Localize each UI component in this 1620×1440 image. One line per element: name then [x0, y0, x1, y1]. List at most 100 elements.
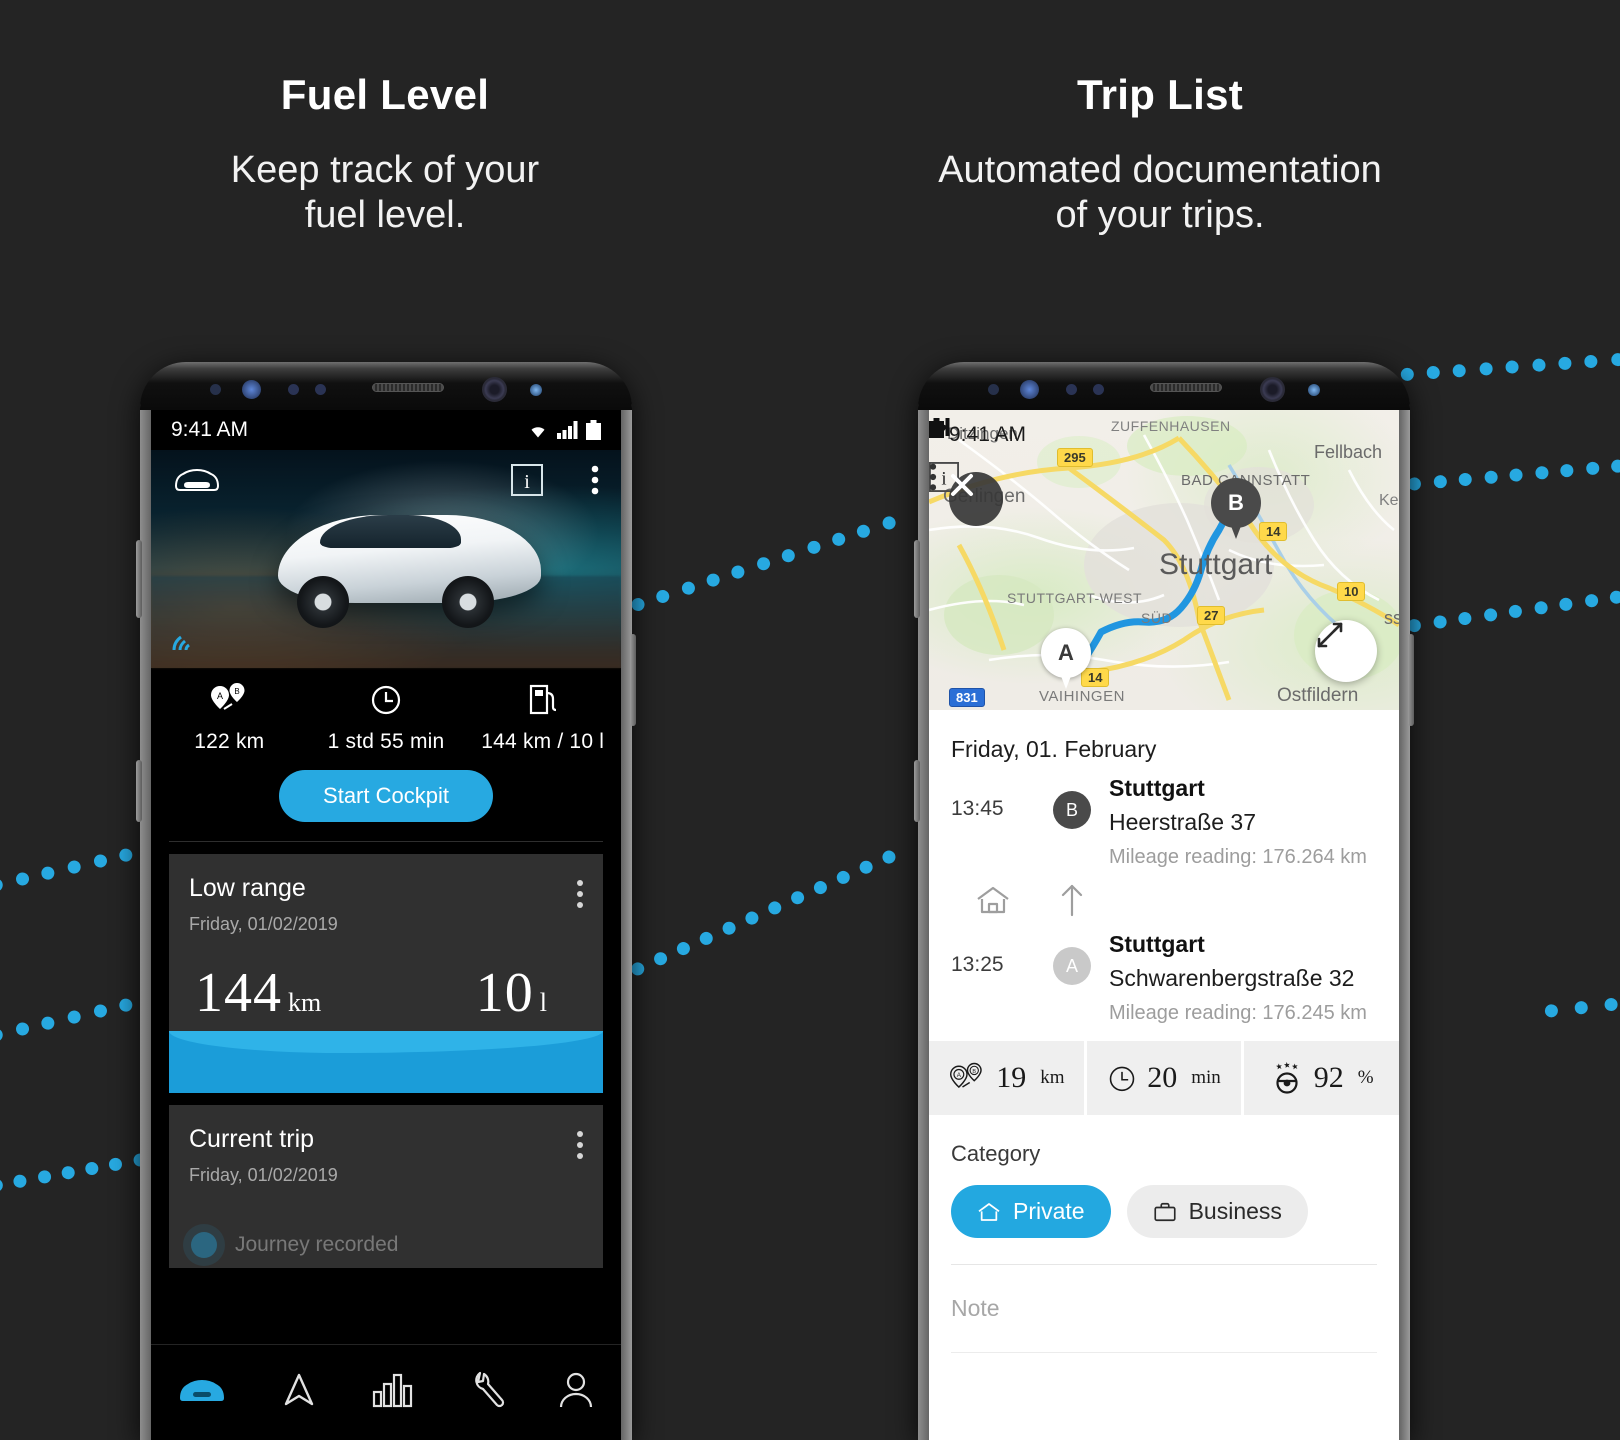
kebab-menu-icon[interactable] — [577, 1131, 583, 1159]
card-current-trip-title: Current trip — [189, 1125, 315, 1153]
stat-range: A B 122 km — [151, 682, 308, 754]
phone-left-side-button-lower[interactable] — [136, 760, 142, 822]
page-subtitle-trip-list-line1: Automated documentation — [938, 149, 1382, 192]
map-label-city-stuttgart: Stuttgart — [1159, 548, 1273, 581]
metric-distance: A B 19 km — [929, 1041, 1087, 1115]
close-x-icon[interactable] — [949, 472, 1003, 526]
trip-stop-row[interactable]: 13:45 B Stuttgart Heerstraße 37 Mileage … — [929, 773, 1399, 871]
metric-driving-score: 92% — [1244, 1041, 1399, 1115]
trip-stop-marker-label: A — [1053, 947, 1091, 985]
trip-stop-marker: B — [1035, 775, 1109, 829]
stat-range-value: 122 km — [194, 730, 265, 753]
card-low-range-title: Low range — [189, 874, 306, 902]
stat-duration-value: 1 std 55 min — [327, 730, 445, 753]
trip-stop-address: Schwarenbergstraße 32 — [1109, 965, 1355, 991]
svg-text:A: A — [217, 691, 223, 701]
phone-right-side-button-upper[interactable] — [914, 540, 920, 618]
page-subtitle-trip-list-line2: of your trips. — [1055, 194, 1265, 237]
card-low-range-values: 144 km 10 l — [169, 935, 603, 1031]
nav-item-statistics[interactable] — [371, 1372, 415, 1413]
low-range-distance-unit: km — [288, 988, 322, 1017]
trip-map[interactable]: Ditzingen ZUFFENHAUSEN Gerlingen BAD CAN… — [929, 410, 1399, 710]
fuel-level-wave-graphic — [169, 1031, 603, 1093]
phone-right-side-button-right[interactable] — [1408, 634, 1414, 726]
trip-direction-row — [929, 871, 1399, 929]
status-bar-right: 9:41 AM — [929, 418, 1399, 452]
road-shield: 14 — [1259, 522, 1288, 541]
card-current-trip-footer: Journey recorded — [169, 1186, 603, 1258]
nav-item-navigation[interactable] — [279, 1370, 319, 1415]
phone-left-side-button-upper[interactable] — [136, 540, 142, 618]
expand-arrows-icon[interactable] — [1315, 620, 1377, 682]
phone-device-left: 9:41 AM i A B 122 km 1 std 55 min 144 km… — [136, 362, 636, 1440]
nav-item-profile[interactable] — [557, 1370, 595, 1415]
phone-right-side-button-lower[interactable] — [914, 760, 920, 822]
metric-distance-unit: km — [1040, 1067, 1065, 1088]
low-range-volume-unit: l — [539, 988, 547, 1017]
trip-stop-info: Stuttgart Heerstraße 37 Mileage reading:… — [1109, 775, 1377, 869]
card-current-trip[interactable]: Current trip Friday, 01/02/2019 Journey … — [169, 1105, 603, 1268]
category-chip-business[interactable]: Business — [1126, 1185, 1308, 1238]
status-bar-icons — [526, 420, 601, 440]
proximity-sensor-icon — [210, 384, 221, 395]
home-icon — [978, 1202, 1000, 1221]
light-sensor-icon — [288, 384, 299, 395]
earpiece-speaker — [372, 383, 444, 392]
connectivity-icon — [171, 627, 201, 658]
card-low-range-date: Friday, 01/02/2019 — [189, 914, 338, 934]
dotted-line-right-lower — [1544, 996, 1620, 1019]
map-label: ssl — [1384, 608, 1399, 628]
kebab-menu-icon[interactable] — [591, 464, 599, 501]
metric-distance-value: 19 — [996, 1061, 1027, 1094]
trip-stop-address: Heerstraße 37 — [1109, 809, 1257, 835]
trip-date: Friday, 01. February — [951, 736, 1157, 762]
trip-stop-info: Stuttgart Schwarenbergstraße 32 Mileage … — [1109, 931, 1377, 1025]
map-label: Ostfildern — [1277, 685, 1359, 706]
note-underline — [951, 1352, 1377, 1353]
page-title-trip-list: Trip List — [1076, 71, 1244, 118]
cellular-signal-icon — [557, 421, 578, 439]
phone-right-screen: Ditzingen ZUFFENHAUSEN Gerlingen BAD CAN… — [929, 410, 1399, 1440]
status-bar-left: 9:41 AM — [151, 410, 621, 450]
fuel-pump-icon — [529, 684, 556, 715]
note-input[interactable]: Note — [929, 1265, 1399, 1322]
clock-icon — [371, 685, 401, 715]
trip-stop-row[interactable]: 13:25 A Stuttgart Schwarenbergstraße 32 … — [929, 929, 1399, 1027]
trip-stop-city: Stuttgart — [1109, 931, 1205, 957]
map-label: STUTTGART-WEST — [1007, 590, 1143, 606]
dotted-line-right-mid — [1407, 588, 1620, 634]
low-range-distance: 144 km — [195, 961, 321, 1025]
battery-icon — [929, 418, 944, 438]
wrench-icon — [475, 1371, 505, 1408]
iris-scanner-icon — [1020, 380, 1039, 399]
car-icon — [180, 1380, 224, 1401]
steering-wheel-stars-icon — [1275, 1062, 1298, 1094]
svg-text:B: B — [235, 687, 240, 696]
map-marker-a[interactable]: A — [1041, 628, 1091, 689]
wifi-icon — [531, 427, 545, 438]
front-camera-icon — [1260, 377, 1285, 402]
statistics-bars-icon — [372, 1373, 413, 1408]
home-icon — [951, 884, 1035, 916]
card-current-trip-header: Current trip — [169, 1105, 603, 1159]
dotted-line-center-lower — [629, 844, 909, 979]
route-ab-icon: A B — [211, 683, 245, 710]
category-options: Private Business — [951, 1185, 1377, 1238]
phone-left-side-button-right[interactable] — [630, 634, 636, 726]
nav-item-vehicle[interactable] — [177, 1374, 227, 1411]
map-label: VAIHINGEN — [1039, 688, 1125, 705]
trip-metrics-row: A B 19 km 20 min 92 % — [929, 1041, 1399, 1115]
trip-stop-city: Stuttgart — [1109, 775, 1205, 801]
low-range-distance-value: 144 — [195, 962, 282, 1024]
category-chip-private[interactable]: Private — [951, 1185, 1111, 1238]
start-cockpit-button[interactable]: Start Cockpit — [279, 770, 493, 822]
car-front-icon[interactable] — [173, 464, 221, 499]
nav-item-service[interactable] — [467, 1370, 505, 1415]
card-low-range[interactable]: Low range Friday, 01/02/2019 144 km 10 l — [169, 854, 603, 1093]
column-heading-trip-list: Trip List Automated documentation of you… — [835, 71, 1485, 238]
trip-status-dot — [191, 1232, 217, 1258]
kebab-menu-icon[interactable] — [577, 880, 583, 908]
trip-stop-mileage: Mileage reading: 176.264 km — [1109, 846, 1367, 868]
metric-duration: 20 min — [1086, 1041, 1245, 1115]
info-icon[interactable]: i — [511, 464, 543, 501]
